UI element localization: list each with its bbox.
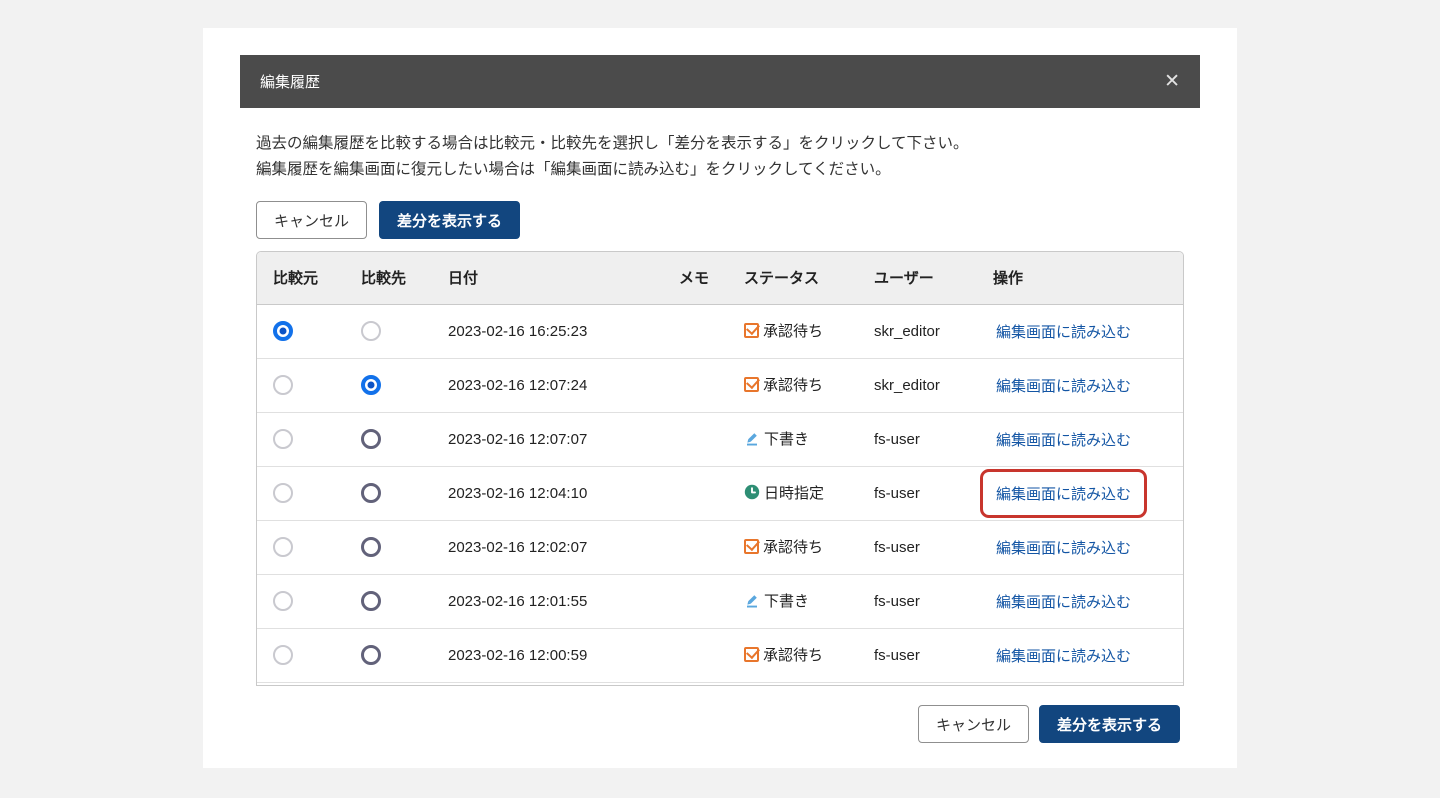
action-highlight-box: 編集画面に読み込む: [980, 415, 1147, 464]
status-label: 承認待ち: [763, 644, 823, 665]
status-label: 承認待ち: [763, 374, 823, 395]
load-into-editor-link[interactable]: 編集画面に読み込む: [996, 378, 1131, 395]
user-text: fs-user: [874, 539, 920, 556]
compare-to-radio[interactable]: [361, 591, 381, 611]
show-diff-button-bottom[interactable]: 差分を表示する: [1039, 705, 1180, 743]
date-text: 2023-02-16 12:00:59: [448, 647, 587, 664]
history-table: 比較元 比較先 日付 メモ ステータス ユーザー 操作 2023-02-16 1…: [257, 252, 1183, 686]
status-label: 承認待ち: [763, 536, 823, 557]
history-table-body: 2023-02-16 16:25:23 承認待ち skr_editor 編集画: [257, 304, 1183, 682]
approval-pending-check-icon: [744, 539, 759, 554]
user-text: fs-user: [874, 647, 920, 664]
history-table-container: 比較元 比較先 日付 メモ ステータス ユーザー 操作 2023-02-16 1…: [256, 251, 1184, 686]
approval-pending-check-icon: [744, 647, 759, 662]
date-text: 2023-02-16 12:04:10: [448, 485, 587, 502]
user-text: fs-user: [874, 431, 920, 448]
date-text: 2023-02-16 12:07:07: [448, 431, 587, 448]
compare-from-radio[interactable]: [273, 537, 293, 557]
status-label: 下書き: [764, 428, 809, 449]
load-into-editor-link[interactable]: 編集画面に読み込む: [996, 486, 1131, 503]
compare-to-radio[interactable]: [361, 483, 381, 503]
status-cell: 承認待ち: [744, 644, 823, 665]
column-header-status: ステータス: [728, 252, 858, 304]
compare-from-radio[interactable]: [273, 429, 293, 449]
status-label: 承認待ち: [763, 320, 823, 341]
status-cell: 承認待ち: [744, 320, 823, 341]
edit-history-modal: 編集履歴 ✕ 過去の編集履歴を比較する場合は比較元・比較先を選択し「差分を表示す…: [203, 28, 1237, 768]
status-cell: 下書き: [744, 428, 809, 449]
table-row: 2023-02-16 12:04:10 日時指定 fs-user 編集画面に読: [257, 466, 1183, 520]
intro-line-1: 過去の編集履歴を比較する場合は比較元・比較先を選択し「差分を表示する」をクリック…: [256, 131, 1184, 157]
close-icon[interactable]: ✕: [1164, 72, 1180, 91]
column-header-from: 比較元: [257, 252, 345, 304]
modal-title: 編集履歴: [260, 71, 320, 92]
date-text: 2023-02-16 12:02:07: [448, 539, 587, 556]
table-row: 2023-02-16 12:07:07 下書き fs-user 編集画面に読み: [257, 412, 1183, 466]
status-cell: 下書き: [744, 590, 809, 611]
intro-text: 過去の編集履歴を比較する場合は比較元・比較先を選択し「差分を表示する」をクリック…: [256, 131, 1184, 183]
load-into-editor-link[interactable]: 編集画面に読み込む: [996, 594, 1131, 611]
date-text: 2023-02-16 12:01:55: [448, 593, 587, 610]
footer-button-row: キャンセル 差分を表示する: [256, 705, 1184, 743]
load-into-editor-link[interactable]: 編集画面に読み込む: [996, 324, 1131, 341]
draft-pencil-icon: [744, 592, 760, 608]
table-row: 2023-02-16 16:25:23 承認待ち skr_editor 編集画: [257, 304, 1183, 358]
user-text: skr_editor: [874, 377, 940, 394]
status-label: 下書き: [764, 590, 809, 611]
compare-from-radio[interactable]: [273, 483, 293, 503]
compare-to-radio[interactable]: [361, 375, 381, 395]
approval-pending-check-icon: [744, 377, 759, 392]
action-highlight-box: 編集画面に読み込む: [980, 631, 1147, 680]
column-header-date: 日付: [432, 252, 663, 304]
user-text: fs-user: [874, 593, 920, 610]
action-highlight-box: 編集画面に読み込む: [980, 577, 1147, 626]
clipped-row: [257, 682, 1183, 686]
column-header-user: ユーザー: [858, 252, 977, 304]
table-header-row: 比較元 比較先 日付 メモ ステータス ユーザー 操作: [257, 252, 1183, 304]
action-highlight-box: 編集画面に読み込む: [980, 469, 1147, 518]
compare-from-radio[interactable]: [273, 321, 293, 341]
approval-pending-check-icon: [744, 323, 759, 338]
table-row: 2023-02-16 12:02:07 承認待ち fs-user 編集画面に読: [257, 520, 1183, 574]
compare-from-radio[interactable]: [273, 645, 293, 665]
cancel-button-bottom[interactable]: キャンセル: [918, 705, 1029, 743]
user-text: skr_editor: [874, 323, 940, 340]
show-diff-button-top[interactable]: 差分を表示する: [379, 201, 520, 239]
scheduled-clock-icon: [744, 484, 760, 500]
intro-line-2: 編集履歴を編集画面に復元したい場合は「編集画面に読み込む」をクリックしてください…: [256, 157, 1184, 183]
status-label: 日時指定: [764, 482, 824, 503]
compare-to-radio[interactable]: [361, 321, 381, 341]
compare-to-radio[interactable]: [361, 537, 381, 557]
compare-from-radio[interactable]: [273, 591, 293, 611]
compare-to-radio[interactable]: [361, 645, 381, 665]
top-button-row: キャンセル 差分を表示する: [256, 201, 1184, 239]
modal-body: 過去の編集履歴を比較する場合は比較元・比較先を選択し「差分を表示する」をクリック…: [240, 131, 1200, 743]
user-text: fs-user: [874, 485, 920, 502]
status-cell: 日時指定: [744, 482, 824, 503]
load-into-editor-link[interactable]: 編集画面に読み込む: [996, 432, 1131, 449]
column-header-action: 操作: [977, 252, 1183, 304]
cancel-button-top[interactable]: キャンセル: [256, 201, 367, 239]
table-row: 2023-02-16 12:01:55 下書き fs-user 編集画面に読み: [257, 574, 1183, 628]
date-text: 2023-02-16 16:25:23: [448, 323, 587, 340]
status-cell: 承認待ち: [744, 536, 823, 557]
load-into-editor-link[interactable]: 編集画面に読み込む: [996, 540, 1131, 557]
compare-from-radio[interactable]: [273, 375, 293, 395]
action-highlight-box: 編集画面に読み込む: [980, 361, 1147, 410]
action-highlight-box: 編集画面に読み込む: [980, 523, 1147, 572]
compare-to-radio[interactable]: [361, 429, 381, 449]
table-row: 2023-02-16 12:00:59 承認待ち fs-user 編集画面に読: [257, 628, 1183, 682]
status-cell: 承認待ち: [744, 374, 823, 395]
date-text: 2023-02-16 12:07:24: [448, 377, 587, 394]
column-header-memo: メモ: [663, 252, 728, 304]
modal-header: 編集履歴 ✕: [240, 55, 1200, 108]
column-header-to: 比較先: [345, 252, 432, 304]
action-highlight-box: 編集画面に読み込む: [980, 307, 1147, 356]
draft-pencil-icon: [744, 430, 760, 446]
table-row: 2023-02-16 12:07:24 承認待ち skr_editor 編集画: [257, 358, 1183, 412]
load-into-editor-link[interactable]: 編集画面に読み込む: [996, 648, 1131, 665]
